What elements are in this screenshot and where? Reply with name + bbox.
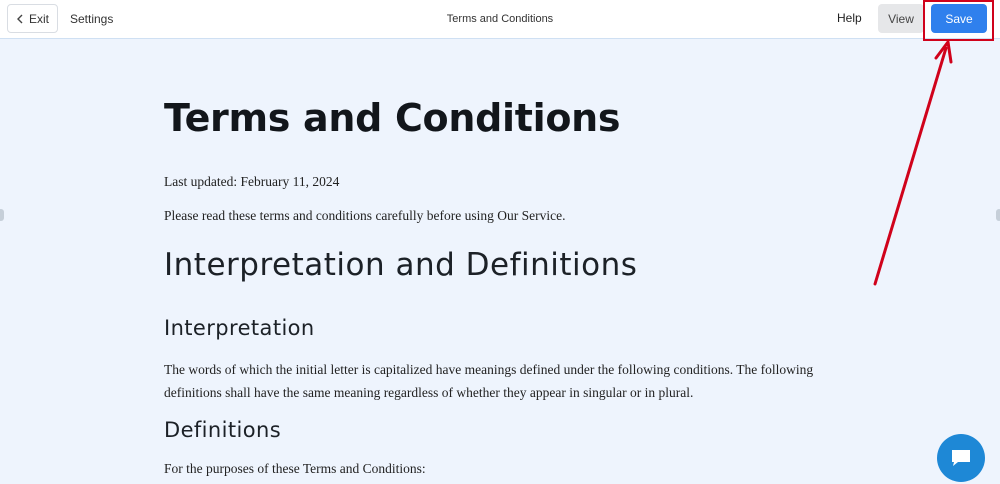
chat-button[interactable] (937, 434, 985, 482)
annotation-arrow (873, 40, 953, 286)
right-resize-handle[interactable] (996, 209, 1000, 221)
exit-button[interactable]: Exit (7, 4, 58, 33)
section-heading: Interpretation and Definitions (164, 247, 638, 283)
document-title: Terms and Conditions (164, 96, 621, 140)
interpretation-paragraph: The words of which the initial letter is… (164, 362, 814, 400)
definitions-paragraph: For the purposes of these Terms and Cond… (164, 461, 426, 476)
document-body: Terms and Conditions Last updated: Febru… (164, 95, 844, 476)
settings-link[interactable]: Settings (70, 12, 113, 26)
definitions-heading: Definitions (164, 418, 282, 442)
intro-paragraph: Please read these terms and conditions c… (164, 208, 566, 223)
editor-topbar: Exit Settings Terms and Conditions Help … (0, 0, 1000, 39)
save-button[interactable]: Save (931, 4, 987, 33)
left-resize-handle[interactable] (0, 209, 4, 221)
chevron-left-icon (16, 14, 23, 23)
interpretation-heading: Interpretation (164, 316, 315, 340)
last-updated-text: Last updated: February 11, 2024 (164, 174, 340, 189)
view-button[interactable]: View (878, 4, 924, 33)
help-link[interactable]: Help (837, 11, 862, 25)
chat-bubble-icon (952, 450, 970, 466)
exit-label: Exit (28, 11, 49, 26)
